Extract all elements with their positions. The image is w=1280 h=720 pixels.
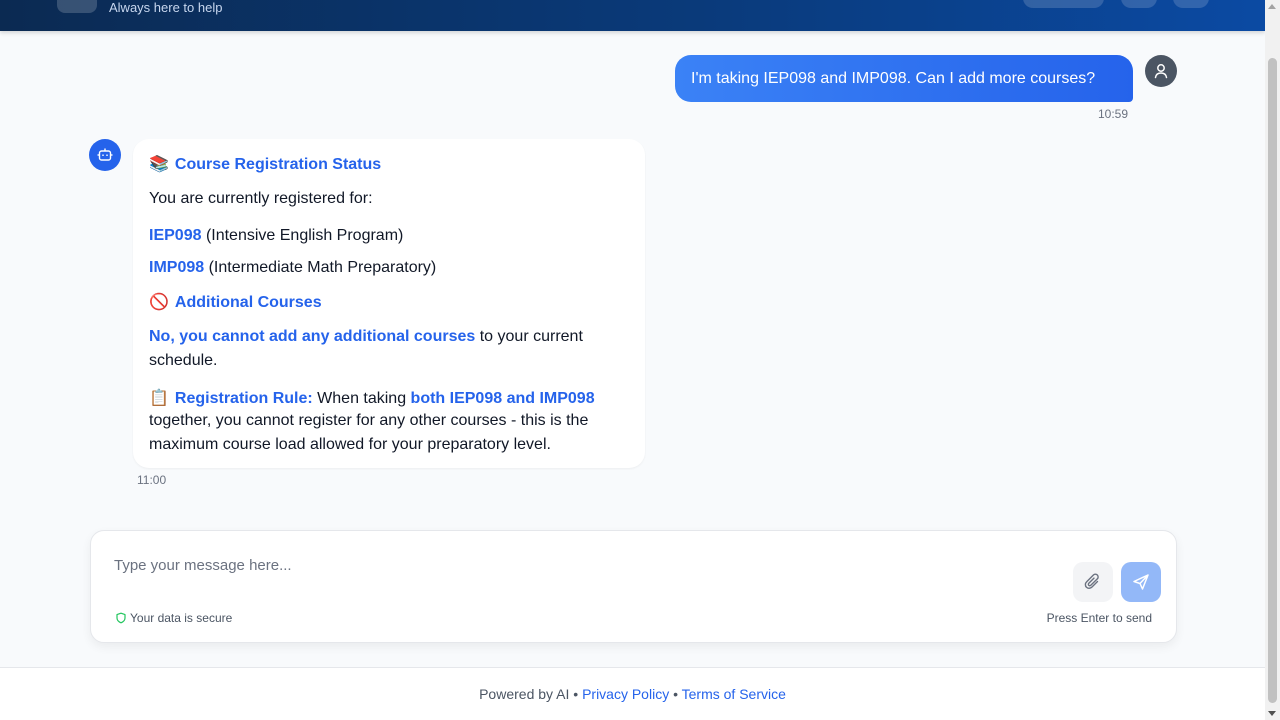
rule-line: 📋 Registration Rule: When taking both IEP…	[149, 388, 595, 408]
answer-text: to your current	[475, 328, 583, 345]
user-avatar	[1145, 55, 1177, 87]
user-icon	[1154, 64, 1168, 79]
terms-of-service-link[interactable]: Terms of Service	[682, 686, 786, 702]
secure-notice: Your data is secure	[115, 611, 232, 625]
rule-text: When taking	[312, 390, 411, 407]
rule-bold: both IEP098 and IMP098	[410, 390, 595, 407]
course-name: (Intermediate Math Preparatory)	[208, 259, 437, 276]
course-code: IEP098	[149, 227, 202, 244]
bot-intro: You are currently registered for:	[149, 190, 373, 207]
paperclip-icon	[1084, 573, 1099, 589]
footer-separator: •	[573, 686, 579, 702]
bot-icon	[97, 148, 113, 161]
scroll-down-arrow-icon[interactable]	[1268, 711, 1276, 716]
header-icon-button[interactable]	[1121, 0, 1157, 8]
scroll-up-arrow-icon[interactable]	[1268, 4, 1276, 9]
rule-line-3: maximum course load allowed for your pre…	[149, 436, 551, 453]
rule-line-2: together, you cannot register for any ot…	[149, 412, 589, 429]
app-header: Always here to help	[0, 0, 1265, 31]
clipboard-icon: 📋	[149, 388, 169, 407]
answer-line-2: schedule.	[149, 352, 218, 369]
bot-message-bubble: 📚 Course Registration Status You are curr…	[133, 139, 645, 468]
app-logo	[57, 0, 97, 13]
header-icon-button[interactable]	[1173, 0, 1209, 8]
attach-button[interactable]	[1073, 562, 1113, 602]
shield-icon	[115, 612, 127, 624]
footer-row: Powered by AI • Privacy Policy • Terms o…	[0, 686, 1265, 702]
books-icon: 📚	[149, 154, 169, 173]
answer-bold: No, you cannot add any additional course…	[149, 328, 476, 345]
user-message-bubble: I'm taking IEP098 and IMP098. Can I add …	[675, 55, 1133, 102]
page-footer: Powered by AI • Privacy Policy • Terms o…	[0, 667, 1265, 720]
bot-message-time: 11:00	[137, 473, 167, 487]
scrollbar-thumb[interactable]	[1268, 58, 1277, 703]
header-subtitle: Always here to help	[109, 0, 223, 15]
course-code: IMP098	[149, 259, 205, 276]
page-scrollbar[interactable]	[1265, 0, 1280, 720]
course-name: (Intensive English Program)	[205, 227, 404, 244]
send-button[interactable]	[1121, 562, 1161, 602]
powered-by-text: Powered by AI	[479, 686, 570, 702]
prohibited-icon: 🚫	[149, 292, 169, 311]
user-message-time: 10:59	[1098, 107, 1129, 121]
section-heading: 🚫 Additional Courses	[149, 292, 322, 311]
send-icon	[1133, 574, 1149, 590]
rule-label: Registration Rule:	[174, 390, 313, 407]
message-input[interactable]	[114, 553, 1054, 577]
header-action-button[interactable]	[1023, 0, 1104, 8]
composer-panel: Your data is secure Press Enter to send	[90, 530, 1177, 643]
secure-text: Your data is secure	[130, 611, 233, 625]
privacy-policy-link[interactable]: Privacy Policy	[582, 686, 669, 702]
send-hint: Press Enter to send	[1046, 611, 1152, 625]
footer-separator: •	[673, 686, 678, 702]
course-item: IMP098 (Intermediate Math Preparatory)	[149, 259, 436, 277]
bot-heading: 📚 Course Registration Status	[149, 154, 382, 173]
bot-avatar	[89, 139, 121, 171]
course-item: IEP098 (Intensive English Program)	[149, 227, 403, 245]
answer-line: No, you cannot add any additional course…	[149, 328, 583, 346]
